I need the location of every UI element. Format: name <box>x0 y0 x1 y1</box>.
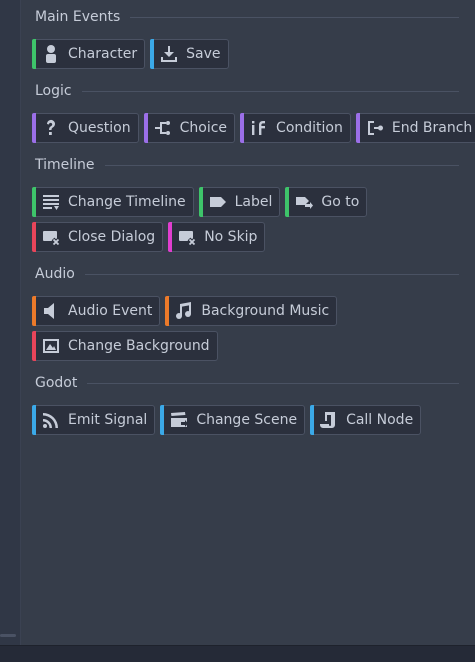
button-label: Audio Event <box>68 303 153 319</box>
section-divider <box>87 382 459 384</box>
category-stripe <box>168 222 173 252</box>
choice-icon <box>152 117 174 139</box>
category-stripe <box>32 39 36 69</box>
button-label: Close Dialog <box>68 229 156 245</box>
button-label: Save <box>186 46 221 62</box>
goto-event-button[interactable]: Go to <box>285 187 368 217</box>
category-stripe <box>310 405 315 435</box>
category-stripe <box>32 222 36 252</box>
category-stripe <box>198 187 203 217</box>
emit-signal-event-button[interactable]: Emit Signal <box>32 405 156 435</box>
button-label: Emit Signal <box>68 412 148 428</box>
section-divider <box>130 16 459 18</box>
category-stripe <box>355 113 360 143</box>
section-title: Timeline <box>35 157 95 173</box>
condition-icon <box>248 117 270 139</box>
background-music-event-button[interactable]: Background Music <box>165 296 338 326</box>
call-node-icon <box>318 409 340 431</box>
godot-row: Emit Signal Change Scene Call Node <box>32 405 422 435</box>
category-stripe <box>32 296 36 326</box>
close-dialog-icon <box>40 226 62 248</box>
timeline-row-1: Change Timeline Label Go to <box>32 187 368 217</box>
condition-event-button[interactable]: Condition <box>240 113 351 143</box>
category-stripe <box>165 296 170 326</box>
audio-row-1: Audio Event Background Music <box>32 296 338 326</box>
change-background-event-button[interactable]: Change Background <box>32 331 218 361</box>
section-title: Logic <box>35 83 72 99</box>
timeline-row-2: Close Dialog No Skip <box>32 222 266 252</box>
category-stripe <box>285 187 290 217</box>
section-divider <box>104 164 459 166</box>
category-stripe <box>240 113 245 143</box>
change-scene-event-button[interactable]: Change Scene <box>160 405 306 435</box>
category-stripe <box>150 39 155 69</box>
bottom-status-strip <box>0 645 475 662</box>
no-skip-event-button[interactable]: No Skip <box>168 222 266 252</box>
horizontal-scrollbar[interactable] <box>0 634 16 637</box>
category-stripe <box>32 405 36 435</box>
section-header-logic: Logic <box>35 81 459 101</box>
main-events-row: Character Save <box>32 39 229 69</box>
category-stripe <box>160 405 165 435</box>
button-label: Change Timeline <box>68 194 186 210</box>
section-header-timeline: Timeline <box>35 155 459 175</box>
audio-row-2: Change Background <box>32 331 218 361</box>
section-title: Godot <box>35 375 78 391</box>
button-label: Choice <box>179 120 228 136</box>
section-header-audio: Audio <box>35 264 459 284</box>
change-timeline-icon <box>40 191 62 213</box>
button-label: Character <box>68 46 138 62</box>
character-event-button[interactable]: Character <box>32 39 146 69</box>
label-event-button[interactable]: Label <box>198 187 281 217</box>
category-stripe <box>32 331 36 361</box>
button-label: Go to <box>321 194 360 210</box>
section-title: Main Events <box>35 9 121 25</box>
button-label: Condition <box>276 120 343 136</box>
close-dialog-event-button[interactable]: Close Dialog <box>32 222 164 252</box>
category-stripe <box>32 113 36 143</box>
end-branch-icon <box>364 117 386 139</box>
event-palette-panel: Main Events Character Save Logic Questio… <box>21 0 475 645</box>
category-stripe <box>143 113 148 143</box>
choice-event-button[interactable]: Choice <box>143 113 236 143</box>
section-header-main-events: Main Events <box>35 7 459 27</box>
section-header-godot: Godot <box>35 373 459 393</box>
background-image-icon <box>40 335 62 357</box>
button-label: Change Scene <box>196 412 298 428</box>
goto-icon <box>293 191 315 213</box>
section-title: Audio <box>35 266 75 282</box>
logic-row: Question Choice Condition End Branch <box>32 113 475 143</box>
save-icon <box>158 43 180 65</box>
end-branch-event-button[interactable]: End Branch <box>355 113 475 143</box>
button-label: No Skip <box>204 229 258 245</box>
label-icon <box>207 191 229 213</box>
button-label: Call Node <box>346 412 414 428</box>
button-label: Label <box>234 194 273 210</box>
audio-event-button[interactable]: Audio Event <box>32 296 161 326</box>
button-label: Background Music <box>201 303 330 319</box>
call-node-event-button[interactable]: Call Node <box>310 405 422 435</box>
button-label: End Branch <box>391 120 473 136</box>
button-label: Question <box>68 120 131 136</box>
music-icon <box>173 300 195 322</box>
no-skip-icon <box>176 226 198 248</box>
save-event-button[interactable]: Save <box>150 39 229 69</box>
scene-icon <box>168 409 190 431</box>
category-stripe <box>32 187 36 217</box>
question-icon <box>40 117 62 139</box>
left-panel-edge <box>0 0 21 645</box>
change-timeline-event-button[interactable]: Change Timeline <box>32 187 194 217</box>
character-icon <box>40 43 62 65</box>
section-divider <box>81 90 459 92</box>
section-divider <box>84 273 459 275</box>
button-label: Change Background <box>68 338 210 354</box>
audio-event-icon <box>40 300 62 322</box>
signal-icon <box>40 409 62 431</box>
question-event-button[interactable]: Question <box>32 113 139 143</box>
